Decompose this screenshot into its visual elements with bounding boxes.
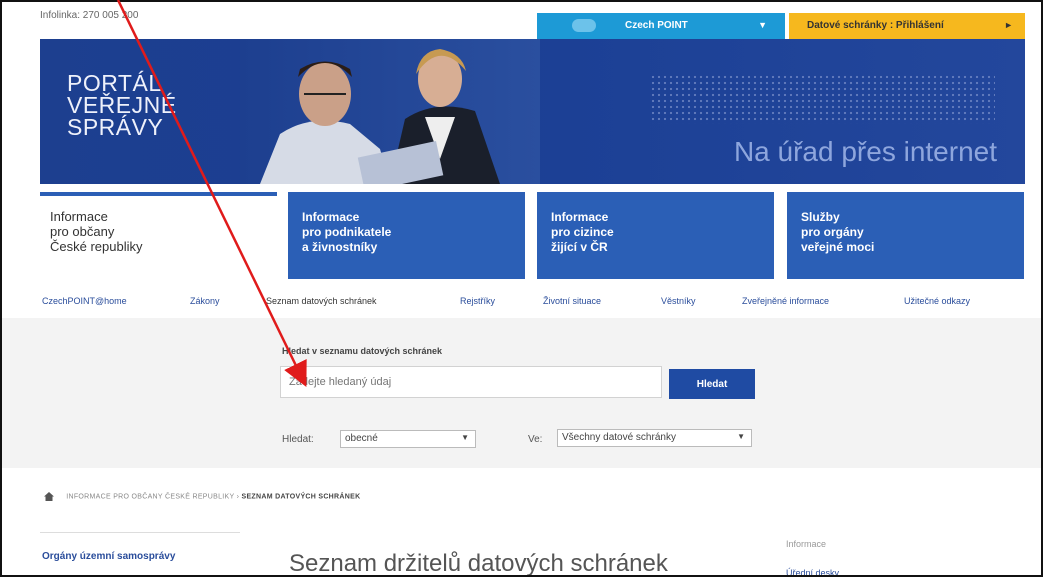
datove-schranky-label: Datové schránky : Přihlášení bbox=[807, 20, 944, 31]
header-banner: PORTÁL VEŘEJNÉ SPRÁVY Na úřad přes inter… bbox=[40, 39, 1025, 184]
subnav-link-zivotni-situace[interactable]: Životní situace bbox=[543, 296, 601, 306]
subnav-link-uzitecne[interactable]: Užitečné odkazy bbox=[904, 296, 970, 306]
page-title: Seznam držitelů datových schránek bbox=[289, 550, 668, 577]
nav-box-podnikatele[interactable]: Informace pro podnikatele a živnostníky bbox=[288, 192, 525, 279]
sub-nav: CzechPOINT@home Zákony Seznam datových s… bbox=[2, 280, 1041, 319]
page-frame: Infolinka: 270 005 200 Czech POINT ▼ Dat… bbox=[0, 0, 1043, 577]
nav-box-line: žijící v ČR bbox=[551, 240, 608, 254]
nav-box-line: pro podnikatele bbox=[302, 225, 392, 239]
infolinka-text: Infolinka: 270 005 200 bbox=[40, 10, 139, 21]
ve-select-value: Všechny datové schránky bbox=[562, 432, 676, 443]
logo-line-2: VEŘEJNÉ bbox=[67, 92, 177, 118]
caret-down-icon: ▼ bbox=[758, 20, 767, 30]
subnav-link-seznam-ds[interactable]: Seznam datových schránek bbox=[266, 296, 377, 306]
nav-box-line: Informace bbox=[50, 209, 108, 224]
home-icon[interactable] bbox=[44, 492, 54, 501]
subnav-link-rejstriky[interactable]: Rejstříky bbox=[460, 296, 495, 306]
hledat-select-value: obecné bbox=[345, 433, 378, 444]
right-link-uredni-desky[interactable]: Úřední desky bbox=[786, 568, 839, 575]
logo-line-3: SPRÁVY bbox=[67, 114, 164, 140]
ve-select[interactable]: Všechny datové schránky ▼ bbox=[557, 429, 752, 447]
breadcrumb: INFORMACE PRO OBČANY ČESKÉ REPUBLIKY › S… bbox=[44, 492, 360, 501]
sidebar-item-organy-uzemni-samospravy[interactable]: Orgány územní samosprávy bbox=[42, 551, 175, 562]
hledat-select[interactable]: obecné ▼ bbox=[340, 430, 476, 448]
portal-logo[interactable]: PORTÁL VEŘEJNÉ SPRÁVY bbox=[67, 70, 177, 140]
banner-tagline: Na úřad přes internet bbox=[733, 136, 997, 167]
ve-label: Ve: bbox=[528, 434, 543, 445]
nav-box-line: Služby bbox=[801, 210, 840, 224]
search-button[interactable]: Hledat bbox=[669, 369, 755, 399]
nav-box-line: veřejné moci bbox=[801, 240, 875, 254]
subnav-link-czechpoint-home[interactable]: CzechPOINT@home bbox=[42, 296, 127, 306]
nav-box-line: pro orgány bbox=[801, 225, 864, 239]
search-title: Hledat v seznamu datových schránek bbox=[282, 346, 443, 356]
subnav-link-vestniky[interactable]: Věstníky bbox=[661, 296, 696, 306]
left-sidebar: Orgány územní samosprávy bbox=[40, 532, 240, 562]
subnav-link-zverejnene[interactable]: Zveřejněné informace bbox=[742, 296, 829, 306]
nav-box-line: pro občany bbox=[50, 224, 115, 239]
search-panel: Hledat v seznamu datových schránek Hleda… bbox=[2, 318, 1041, 468]
banner-photo bbox=[240, 39, 540, 184]
breadcrumb-parent-link[interactable]: INFORMACE PRO OBČANY ČESKÉ REPUBLIKY bbox=[66, 493, 234, 500]
logo-line-1: PORTÁL bbox=[67, 70, 162, 96]
select-caret-icon: ▼ bbox=[737, 432, 745, 441]
nav-box-obcane[interactable]: Informace pro občany České republiky bbox=[40, 192, 277, 280]
search-input[interactable] bbox=[280, 366, 662, 398]
nav-box-sluzby-ovm[interactable]: Služby pro orgány veřejné moci bbox=[787, 192, 1024, 279]
datove-schranky-login-button[interactable]: Datové schránky : Přihlášení ► bbox=[789, 13, 1025, 39]
czechpoint-logo-icon bbox=[572, 19, 596, 32]
hledat-label: Hledat: bbox=[282, 434, 314, 445]
breadcrumb-current: SEZNAM DATOVÝCH SCHRÁNEK bbox=[241, 493, 361, 501]
banner-dot-pattern bbox=[650, 74, 995, 124]
breadcrumb-separator: › bbox=[236, 493, 240, 501]
czechpoint-label: Czech POINT bbox=[625, 20, 688, 31]
nav-box-cizinci[interactable]: Informace pro cizince žijící v ČR bbox=[537, 192, 774, 279]
right-info-heading: Informace bbox=[786, 539, 827, 549]
nav-box-line: Informace bbox=[551, 210, 609, 224]
nav-box-line: České republiky bbox=[50, 239, 143, 254]
nav-box-line: pro cizince bbox=[551, 225, 614, 239]
nav-box-line: Informace bbox=[302, 210, 360, 224]
select-caret-icon: ▼ bbox=[461, 433, 469, 442]
subnav-link-zakony[interactable]: Zákony bbox=[190, 296, 220, 306]
top-bar: Infolinka: 270 005 200 Czech POINT ▼ Dat… bbox=[2, 2, 1041, 39]
arrow-right-icon: ► bbox=[1004, 20, 1013, 30]
czechpoint-button[interactable]: Czech POINT ▼ bbox=[537, 13, 785, 39]
main-nav: Informace pro občany České republiky Inf… bbox=[40, 192, 1025, 280]
nav-box-line: a živnostníky bbox=[302, 240, 378, 254]
